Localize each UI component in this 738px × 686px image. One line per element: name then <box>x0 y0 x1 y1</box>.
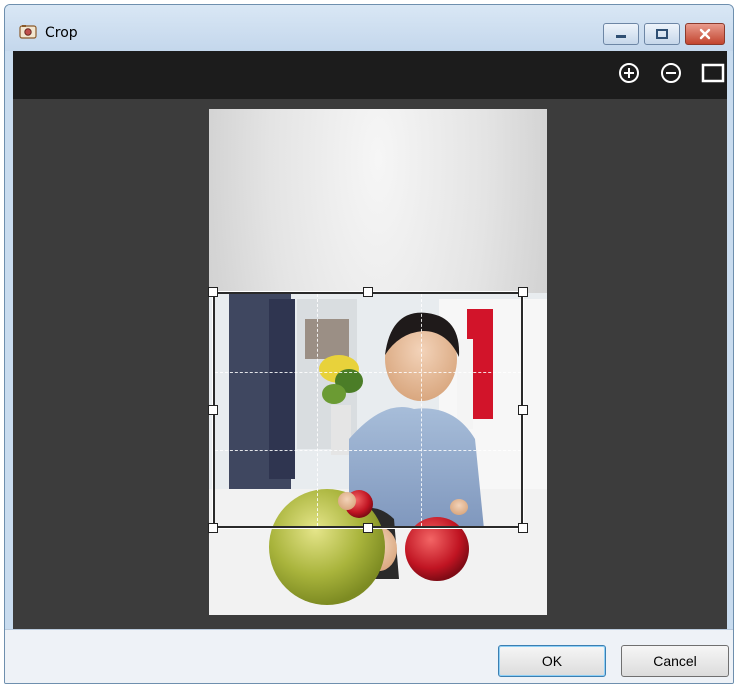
crop-handle-bottom[interactable] <box>363 523 373 533</box>
crop-handle-top-left[interactable] <box>208 287 218 297</box>
dialog-footer: OK Cancel <box>5 629 733 683</box>
zoom-in-button[interactable] <box>617 63 641 87</box>
grid-line <box>421 294 422 526</box>
ok-button[interactable]: OK <box>498 645 606 677</box>
zoom-out-icon <box>660 62 682 88</box>
crop-handle-bottom-left[interactable] <box>208 523 218 533</box>
crop-selection[interactable] <box>212 291 524 529</box>
close-icon <box>698 28 712 40</box>
crop-handle-top[interactable] <box>363 287 373 297</box>
grid-line <box>215 372 521 373</box>
fit-to-window-icon <box>701 63 725 87</box>
grid-line <box>317 294 318 526</box>
crop-handle-right[interactable] <box>518 405 528 415</box>
maximize-icon <box>655 28 669 40</box>
window-title: Crop <box>45 25 78 41</box>
crop-toolbar <box>13 51 727 99</box>
zoom-out-button[interactable] <box>659 63 683 87</box>
app-icon <box>19 24 37 40</box>
crop-handle-top-right[interactable] <box>518 287 528 297</box>
crop-dialog: Crop OK Cancel <box>4 4 734 684</box>
fit-to-window-button[interactable] <box>701 63 725 87</box>
grid-line <box>215 450 521 451</box>
minimize-icon <box>614 29 628 39</box>
maximize-button[interactable] <box>644 23 680 45</box>
crop-handle-bottom-right[interactable] <box>518 523 528 533</box>
cancel-button[interactable]: Cancel <box>621 645 729 677</box>
crop-handle-left[interactable] <box>208 405 218 415</box>
close-button[interactable] <box>685 23 725 45</box>
minimize-button[interactable] <box>603 23 639 45</box>
title-bar[interactable]: Crop <box>5 5 733 51</box>
image-canvas <box>13 99 727 629</box>
zoom-in-icon <box>618 62 640 88</box>
